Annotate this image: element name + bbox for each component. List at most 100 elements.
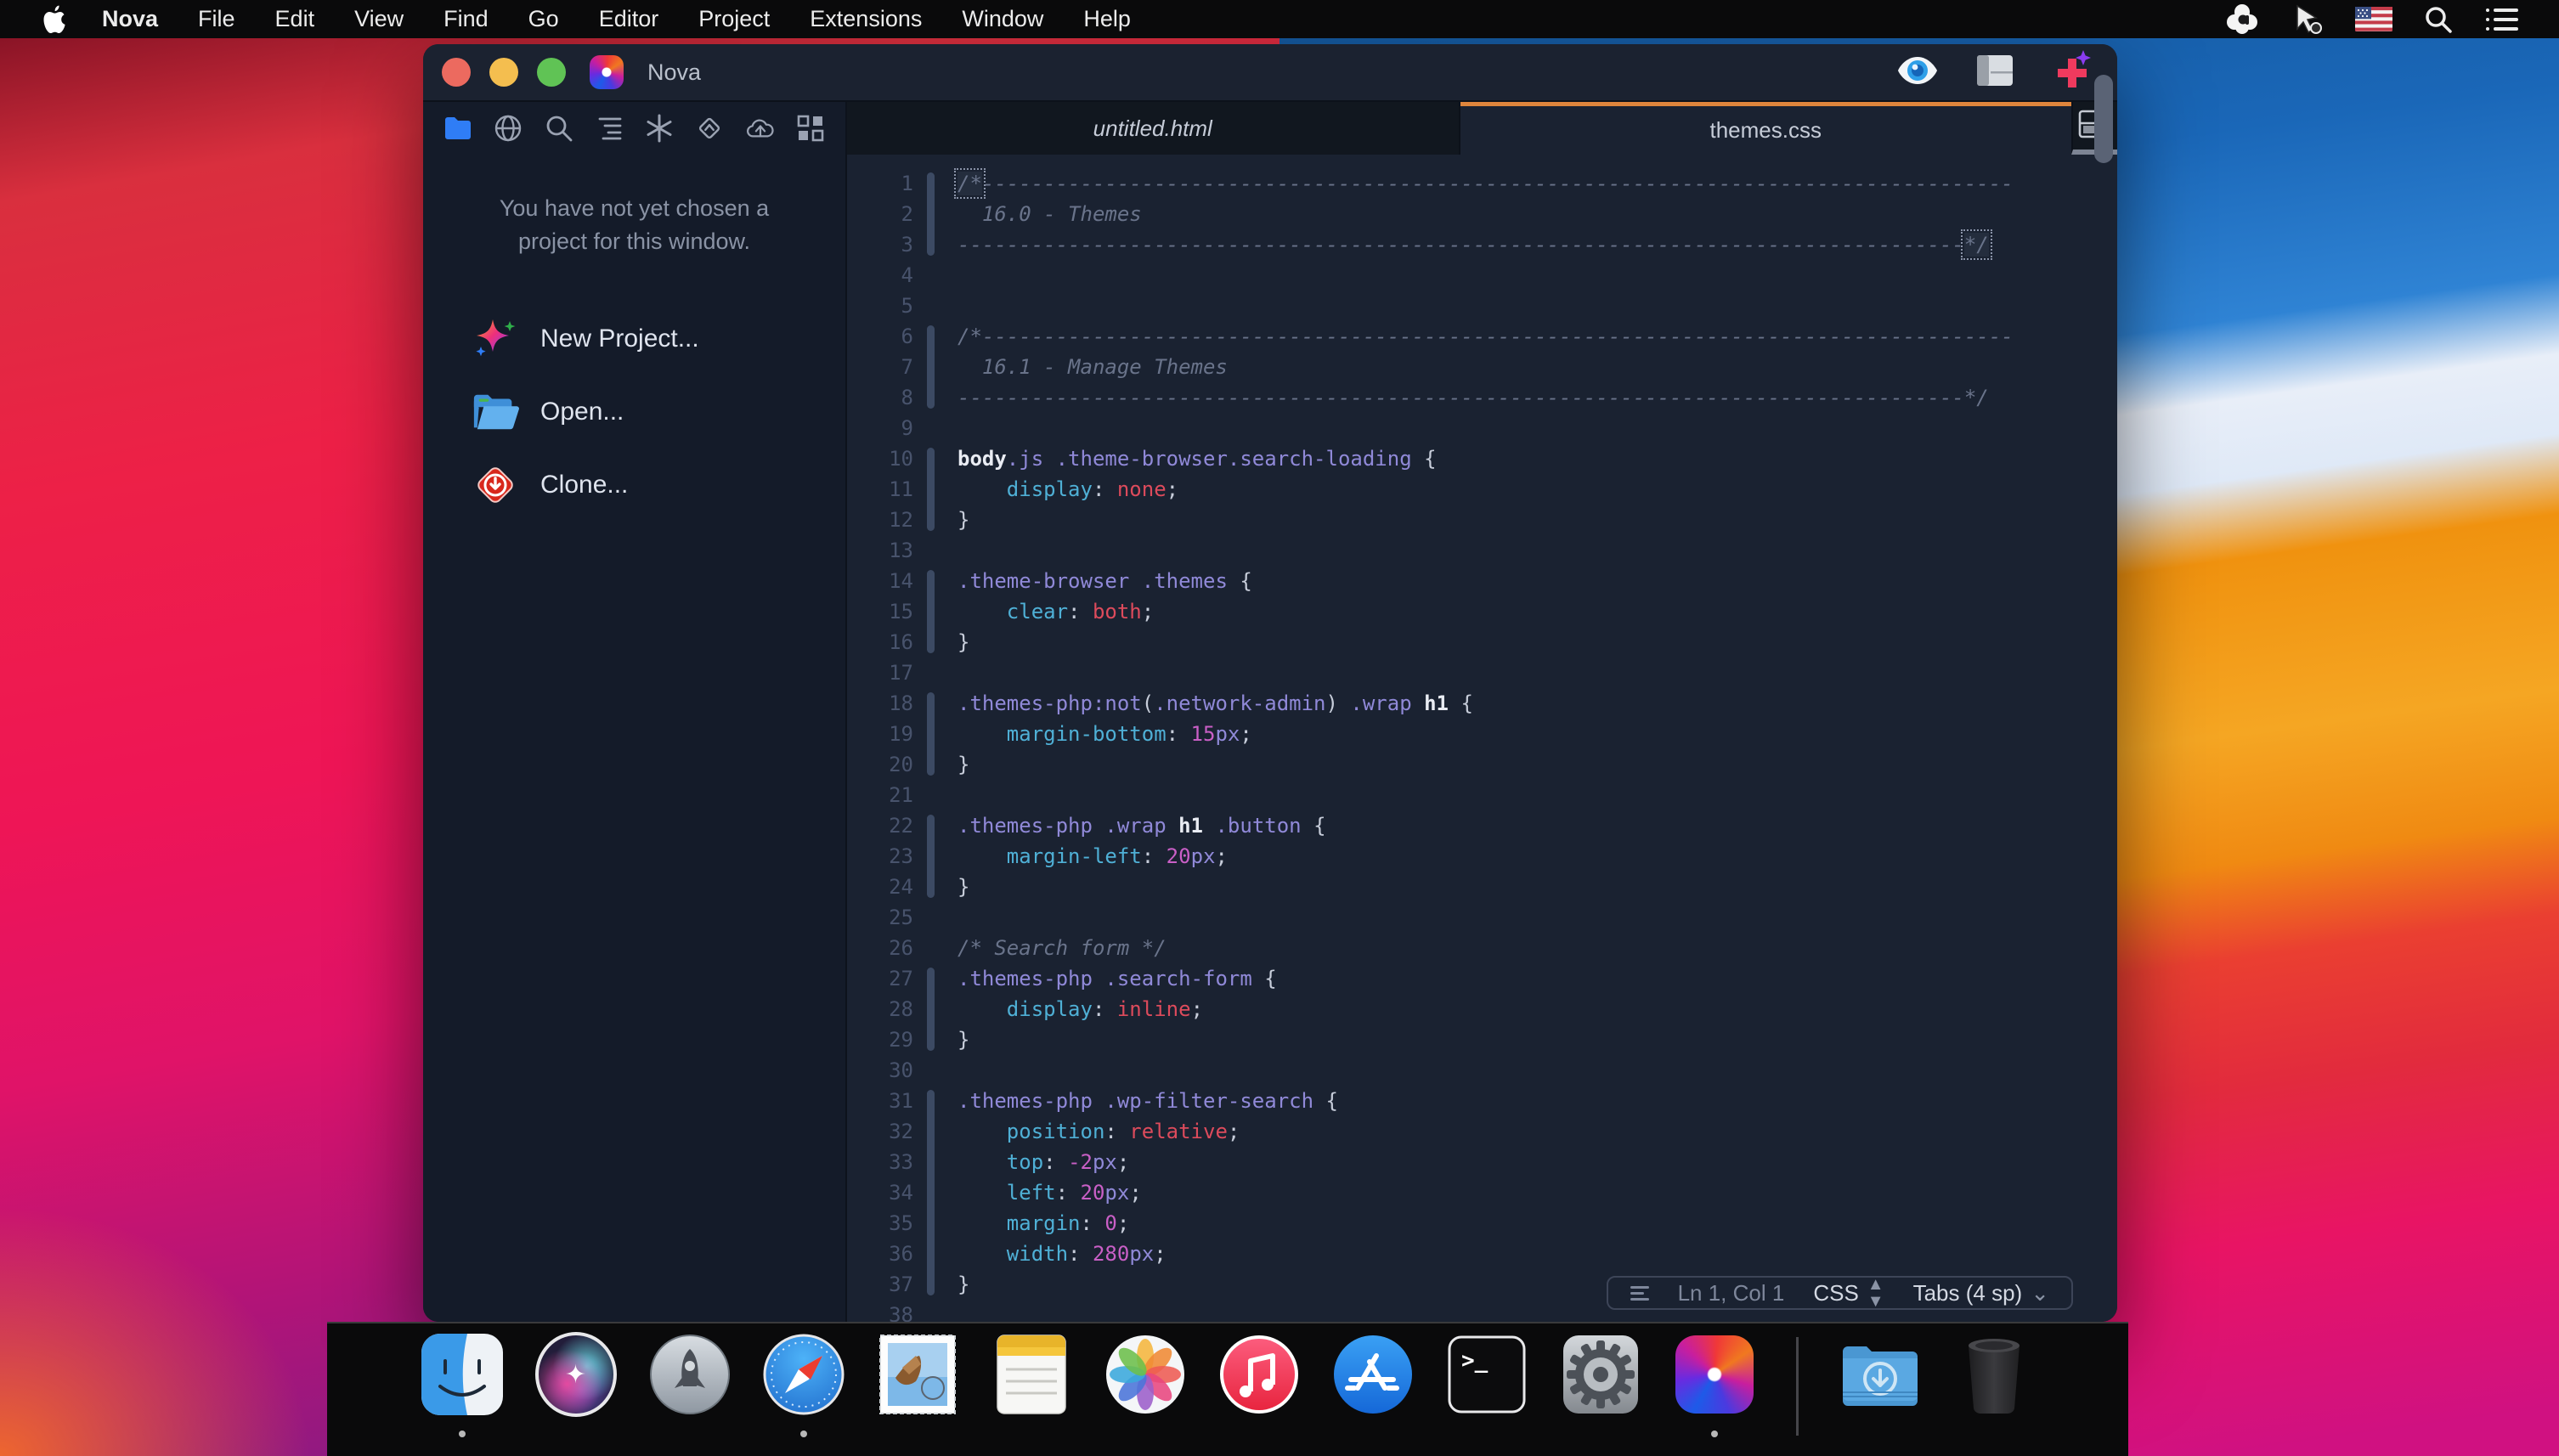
avast-icon[interactable] [2224,2,2260,37]
project-action-clone[interactable]: Clone... [423,449,845,522]
code-line-33[interactable]: 33 top: -2px; [847,1147,2117,1177]
code-line-32[interactable]: 32 position: relative; [847,1116,2117,1147]
code-line-8[interactable]: 8---------------------------------------… [847,382,2117,413]
toolbar-files-icon[interactable] [443,114,472,143]
dock-item-settings[interactable] [1560,1334,1641,1437]
cursor-icon[interactable] [2291,3,2325,37]
code-line-31[interactable]: 31.themes-php .wp-filter-search { [847,1086,2117,1116]
toolbar-search-icon[interactable] [545,114,573,143]
tab-untitled.html[interactable]: untitled.html [847,102,1460,155]
close-button[interactable] [442,58,471,87]
minimize-button[interactable] [489,58,518,87]
dock-item-trash[interactable] [1953,1334,2035,1437]
apple-menu-icon[interactable] [42,4,68,35]
code-line-5[interactable]: 5 [847,291,2117,321]
dock-item-finder[interactable] [421,1334,503,1437]
dock: ✦ >_ [327,1322,2128,1456]
code-line-16[interactable]: 16} [847,627,2117,657]
us-flag-icon[interactable] [2355,7,2392,31]
menu-item-editor[interactable]: Editor [599,6,659,32]
code-line-24[interactable]: 24} [847,872,2117,902]
toolbar-lines-icon[interactable] [595,114,624,143]
dock-item-downloads[interactable] [1839,1334,1921,1437]
dock-item-terminal[interactable]: >_ [1446,1334,1528,1437]
code-line-13[interactable]: 13 [847,535,2117,566]
status-lines-icon[interactable] [1630,1286,1649,1301]
project-action-new-project[interactable]: New Project... [423,302,845,375]
eye-icon[interactable] [1896,56,1939,89]
tab-themes.css[interactable]: themes.css [1460,102,2072,155]
toolbar-asterisk-icon[interactable] [645,114,674,143]
code-line-6[interactable]: 6/*-------------------------------------… [847,321,2117,352]
line-number: 1 [847,172,927,195]
dock-item-nova[interactable] [1674,1334,1755,1437]
spotlight-icon[interactable] [2423,4,2454,35]
zoom-button[interactable] [537,58,566,87]
code-line-12[interactable]: 12} [847,505,2117,535]
code-line-10[interactable]: 10body.js .theme-browser.search-loading … [847,443,2117,474]
code-line-4[interactable]: 4 [847,260,2117,291]
fold-bar-empty [927,260,935,291]
code-editor[interactable]: 1/*-------------------------------------… [847,155,2117,1322]
code-line-2[interactable]: 2 16.0 - Themes [847,199,2117,229]
toolbar-cloud-up-icon[interactable] [746,114,775,143]
project-action-open[interactable]: Open... [423,375,845,449]
plus-sparkle-icon[interactable] [2051,48,2092,97]
language-selector[interactable]: CSS ▲▼ [1813,1276,1884,1310]
code-text: 16.1 - Manage Themes [958,355,1228,379]
code-line-30[interactable]: 30 [847,1055,2117,1086]
dock-item-photos[interactable] [1104,1334,1186,1437]
menu-item-view[interactable]: View [354,6,404,32]
dock-item-siri[interactable]: ✦ [535,1334,617,1437]
code-line-22[interactable]: 22.themes-php .wrap h1 .button { [847,810,2117,841]
code-line-17[interactable]: 17 [847,657,2117,688]
code-line-36[interactable]: 36 width: 280px; [847,1239,2117,1269]
toolbar-grid-icon[interactable] [796,114,825,143]
menu-item-find[interactable]: Find [443,6,489,32]
fold-bar [927,963,935,994]
toolbar-globe-icon[interactable] [494,114,523,143]
editor-scrollbar[interactable] [2094,75,2113,163]
code-line-28[interactable]: 28 display: inline; [847,994,2117,1024]
code-line-25[interactable]: 25 [847,902,2117,933]
code-line-20[interactable]: 20} [847,749,2117,780]
code-line-1[interactable]: 1/*-------------------------------------… [847,168,2117,199]
window-titlebar[interactable]: Nova [423,44,2117,100]
code-line-19[interactable]: 19 margin-bottom: 15px; [847,719,2117,749]
layout-icon[interactable] [1976,54,2014,91]
menu-item-help[interactable]: Help [1083,6,1131,32]
code-line-26[interactable]: 26/* Search form */ [847,933,2117,963]
menu-item-nova[interactable]: Nova [102,6,158,32]
list-icon[interactable] [2484,5,2520,34]
code-line-35[interactable]: 35 margin: 0; [847,1208,2117,1239]
dock-item-mail[interactable] [877,1334,958,1437]
line-number: 4 [847,263,927,287]
code-line-14[interactable]: 14.theme-browser .themes { [847,566,2117,596]
code-line-18[interactable]: 18.themes-php:not(.network-admin) .wrap … [847,688,2117,719]
code-line-23[interactable]: 23 margin-left: 20px; [847,841,2117,872]
finder-icon [421,1334,503,1415]
code-line-27[interactable]: 27.themes-php .search-form { [847,963,2117,994]
menu-item-file[interactable]: File [198,6,235,32]
toolbar-diamond-up-icon[interactable] [695,114,724,143]
menu-item-extensions[interactable]: Extensions [810,6,922,32]
dock-item-notes[interactable] [991,1334,1072,1437]
code-line-11[interactable]: 11 display: none; [847,474,2117,505]
code-line-21[interactable]: 21 [847,780,2117,810]
menu-item-project[interactable]: Project [698,6,770,32]
dock-item-appstore[interactable] [1332,1334,1414,1437]
dock-item-safari[interactable] [763,1334,845,1437]
code-line-15[interactable]: 15 clear: both; [847,596,2117,627]
code-line-34[interactable]: 34 left: 20px; [847,1177,2117,1208]
menu-item-go[interactable]: Go [528,6,559,32]
code-line-29[interactable]: 29} [847,1024,2117,1055]
dock-item-music[interactable] [1218,1334,1300,1437]
code-line-7[interactable]: 7 16.1 - Manage Themes [847,352,2117,382]
menu-item-edit[interactable]: Edit [275,6,315,32]
code-line-3[interactable]: 3---------------------------------------… [847,229,2117,260]
indent-selector[interactable]: Tabs (4 sp) ⌄ [1913,1280,2049,1306]
dock-item-launchpad[interactable] [649,1334,731,1437]
menu-item-window[interactable]: Window [962,6,1043,32]
nova-icon [1674,1334,1755,1415]
code-line-9[interactable]: 9 [847,413,2117,443]
